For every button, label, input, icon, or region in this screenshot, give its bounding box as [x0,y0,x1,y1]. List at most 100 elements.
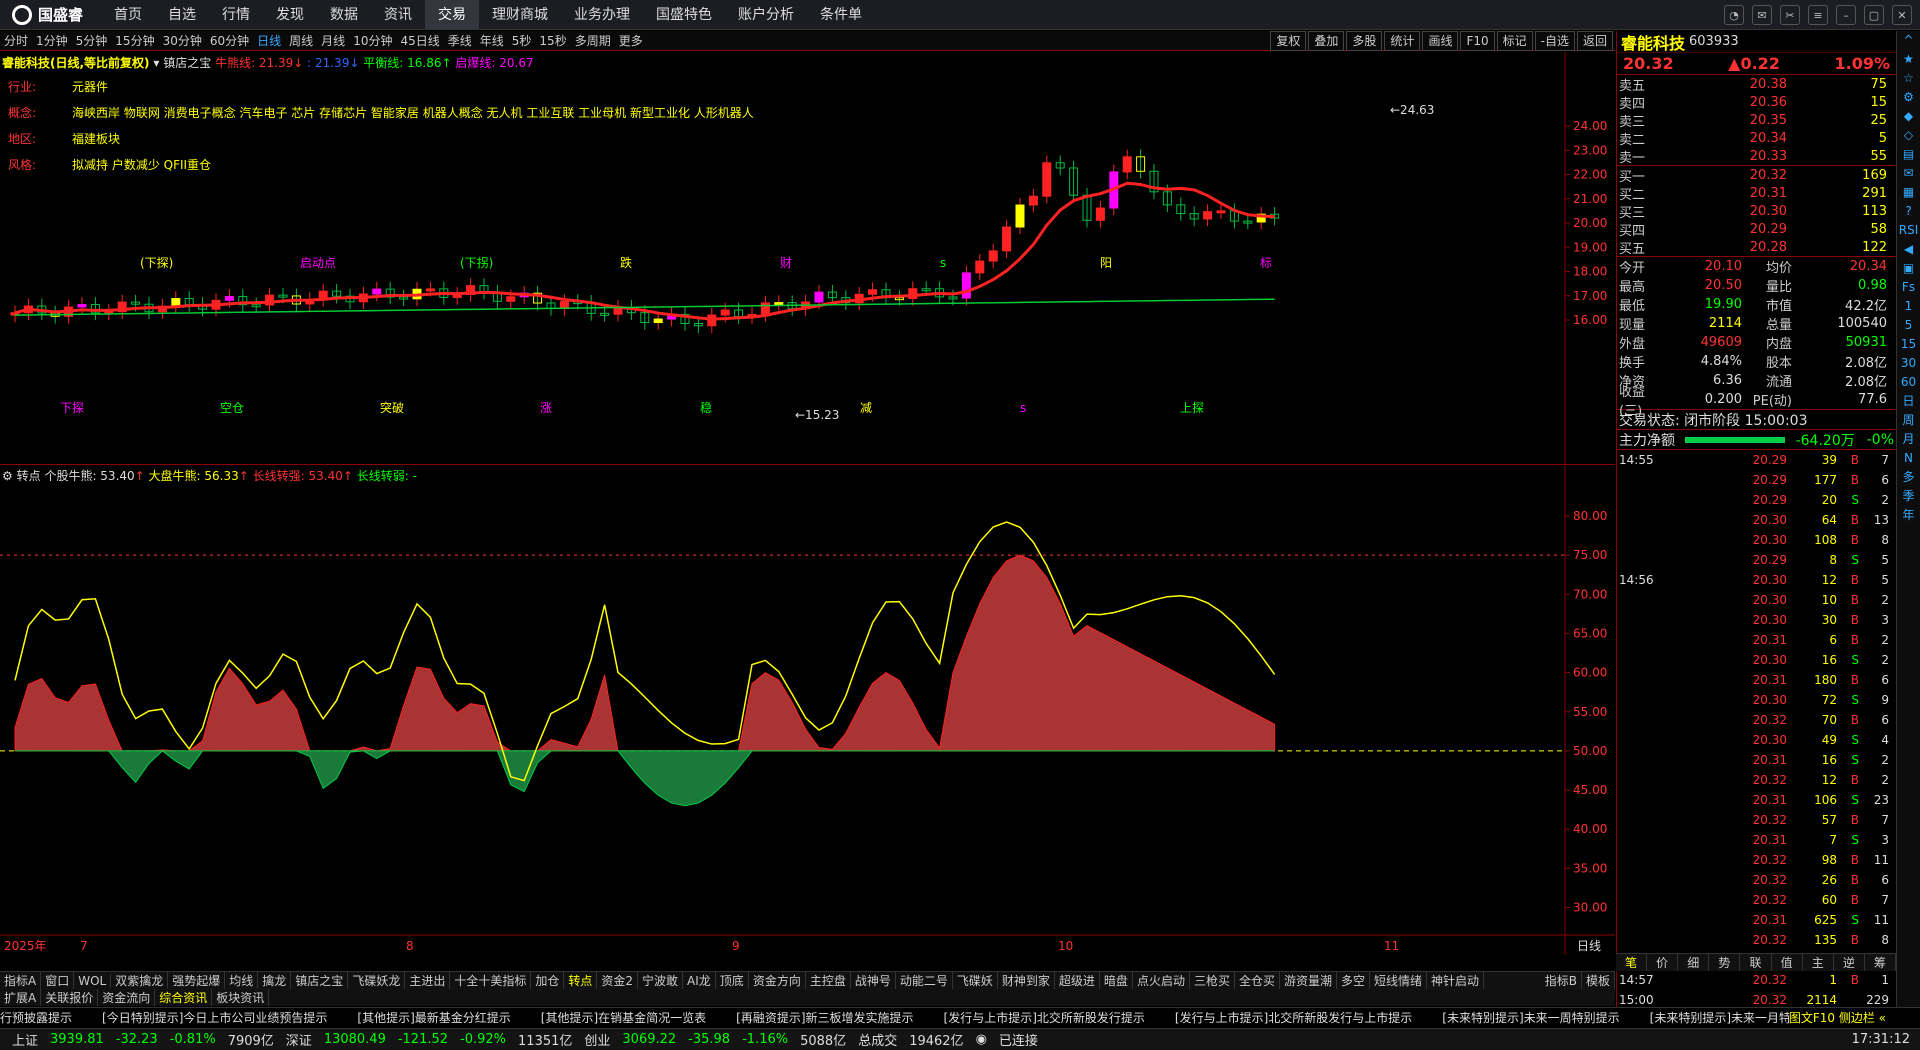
ticker-item[interactable]: [发行与上市提示]北交所新股发行提示 [944,1009,1145,1026]
indicator-tab[interactable]: 双紫擒龙 [111,972,169,989]
bids-row[interactable]: 买一 20.32 169 [1617,166,1896,185]
quote-tab[interactable]: 联 [1740,954,1772,971]
close-icon[interactable]: ✕ [1892,5,1912,25]
ticker-item[interactable]: [再融资提示]新三板增发实施提示 [736,1009,913,1026]
period-tab[interactable]: 更多 [615,32,647,49]
chart-tool-button[interactable]: F10 [1460,31,1495,51]
chart-tool-button[interactable]: 叠加 [1308,31,1345,51]
menu-item[interactable]: 交易 [425,0,480,30]
quote-tab[interactable]: 笔 [1616,954,1648,971]
extension-tab[interactable]: 关联报价 [41,989,99,1006]
indicator-tab[interactable]: 主控盘 [806,972,851,989]
side-icon[interactable]: 季 [1897,487,1920,506]
chat-icon[interactable]: ◔ [1724,5,1744,25]
quote-tab[interactable]: 势 [1709,954,1741,971]
menu-item[interactable]: 行情 [209,0,263,30]
period-tab[interactable]: 15秒 [535,32,570,49]
chart-tool-button[interactable]: -自选 [1534,31,1575,51]
side-icon[interactable]: ◀ [1897,240,1920,259]
menu-item[interactable]: 数据 [317,0,371,30]
indicator-tab[interactable]: AI龙 [683,972,716,989]
ticker-item[interactable]: [发行与上市提示]北交所新股发行与上市提示 [1175,1009,1412,1026]
bids-row[interactable]: 买二 20.31 291 [1617,184,1896,203]
indicator-tab[interactable]: 资金方向 [749,972,806,989]
indicator-tab[interactable]: 指标A [0,972,42,989]
side-icon[interactable]: ▣ [1897,259,1920,278]
ticker-item[interactable]: [未来特别提示]未来一周特别提示 [1442,1009,1619,1026]
period-tab[interactable]: 分时 [0,32,32,49]
period-tab[interactable]: 60分钟 [206,32,253,49]
ticker-item[interactable]: 行预披露提示 [0,1009,72,1026]
indicator-tab[interactable]: 财神到家 [998,972,1055,989]
indicator-name[interactable]: 镇店之宝 [163,56,211,70]
indicator-chart[interactable]: 80.00 75.00 70.00 65.00 60.00 55.00 50.00 45.00… [0,465,1615,955]
menu-item[interactable]: 业务办理 [561,0,643,30]
indicator-tab[interactable]: 飞碟妖龙 [348,972,406,989]
indicator-tab[interactable]: 短线情绪 [1370,972,1428,989]
side-icon[interactable]: 月 [1897,430,1920,449]
indicator-tab[interactable]: 宁波敢 [638,972,684,989]
period-tab[interactable]: 30分钟 [159,32,206,49]
ticker-tail[interactable]: 图文F10 侧边栏 « [1788,1009,1886,1026]
indicator-tab[interactable]: 点火启动 [1133,972,1190,989]
indicator-tab[interactable]: WOL [74,973,112,988]
menu-item[interactable]: 国盛特色 [643,0,725,30]
quote-tab[interactable]: 价 [1647,954,1679,971]
minimize-icon[interactable]: – [1836,5,1856,25]
asks-row[interactable]: 卖一 20.33 55 [1617,147,1896,166]
extension-tab[interactable]: 板块资讯 [212,989,270,1006]
side-icon[interactable]: 1 [1897,297,1920,316]
period-tab[interactable]: 月线 [317,32,349,49]
indicator-tab[interactable]: 十全十美指标 [450,972,532,989]
side-icon[interactable]: N [1897,449,1920,468]
menu-item[interactable]: 账户分析 [725,0,807,30]
indicator-tab[interactable]: 飞碟妖 [953,972,998,989]
indicator-tab[interactable]: 多空 [1337,972,1371,989]
side-icon[interactable]: RSI [1897,221,1920,240]
menu-item[interactable]: 理财商城 [479,0,561,30]
indicator-tab[interactable]: 暗盘 [1100,972,1133,989]
side-icon[interactable]: 年 [1897,506,1920,525]
quote-tab[interactable]: 细 [1678,954,1710,971]
menu-item[interactable]: 发现 [263,0,317,30]
indicator-tab[interactable]: 主进出 [405,972,451,989]
side-icon[interactable]: 15 [1897,335,1920,354]
period-tab[interactable]: 5分钟 [72,32,112,49]
menu-icon[interactable]: ≡ [1808,5,1828,25]
side-icon[interactable]: ? [1897,202,1920,221]
period-tab[interactable]: 季线 [444,32,476,49]
indicator-tab[interactable]: 超级进 [1055,972,1100,989]
indicator-tab[interactable]: 强势起爆 [168,972,226,989]
chart-tool-button[interactable]: 多股 [1346,31,1383,51]
indicator-tab[interactable]: 擒龙 [258,972,292,989]
side-icon[interactable]: ✉ [1897,164,1920,183]
skin-icon[interactable]: ✂ [1780,5,1800,25]
chart-tool-button[interactable]: 复权 [1270,31,1307,51]
quote-tab[interactable]: 逆 [1834,954,1865,971]
period-tab[interactable]: 1分钟 [32,32,72,49]
bids-row[interactable]: 买四 20.29 58 [1617,220,1896,239]
side-icon[interactable]: ▤ [1897,145,1920,164]
ticker-item[interactable]: [其他提示]在销基金简况一览表 [541,1009,706,1026]
quote-tab[interactable]: 主 [1803,954,1834,971]
period-tab[interactable]: 日线 [253,32,285,49]
indicator-tab[interactable]: 转点 [564,972,598,989]
side-icon[interactable]: 60 [1897,373,1920,392]
gear-icon[interactable]: ⚙ [2,469,13,483]
chart-tool-button[interactable]: 统计 [1384,31,1421,51]
chart-tool-button[interactable]: 返回 [1576,31,1613,51]
side-icon[interactable]: ☆ [1897,69,1920,88]
menu-item[interactable]: 资讯 [371,0,425,30]
menu-item[interactable]: 条件单 [807,0,875,30]
indicator-tab-right[interactable]: 指标B [1541,972,1582,989]
indicator-tab[interactable]: 游资量潮 [1280,972,1337,989]
period-tab[interactable]: 15分钟 [111,32,158,49]
menu-item[interactable]: 首页 [101,0,155,30]
asks-row[interactable]: 卖三 20.35 25 [1617,111,1896,130]
asks-row[interactable]: 卖五 20.38 75 [1617,75,1896,94]
extension-tab[interactable]: 综合资讯 [155,989,213,1006]
bids-row[interactable]: 买三 20.30 113 [1617,202,1896,221]
side-icon[interactable]: ▦ [1897,183,1920,202]
period-tab[interactable]: 5秒 [508,32,536,49]
indicator-tab[interactable]: 三枪买 [1190,972,1235,989]
